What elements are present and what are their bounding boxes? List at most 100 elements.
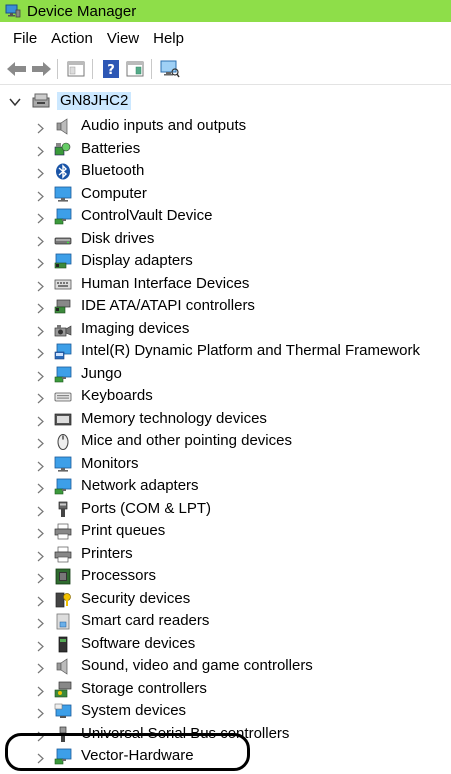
- menu-view[interactable]: View: [93, 30, 139, 47]
- tree-item[interactable]: Human Interface Devices: [0, 273, 451, 296]
- tree-item-label: ControlVault Device: [81, 207, 213, 224]
- intel-device-icon: [54, 343, 72, 360]
- network-monitor-icon: [54, 478, 72, 495]
- memory-icon: [54, 411, 72, 428]
- tree-item[interactable]: Processors: [0, 565, 451, 588]
- chevron-right-icon[interactable]: [35, 391, 45, 404]
- chevron-right-icon[interactable]: [35, 616, 45, 629]
- tree-item[interactable]: Sound, video and game controllers: [0, 655, 451, 678]
- window-title: Device Manager: [27, 2, 137, 20]
- chevron-right-icon[interactable]: [35, 166, 45, 179]
- printer-icon: [54, 546, 72, 563]
- tree-item[interactable]: Network adapters: [0, 475, 451, 498]
- chevron-right-icon[interactable]: [35, 526, 45, 539]
- speaker-icon: [54, 658, 72, 675]
- tree-item-label: Security devices: [81, 589, 191, 607]
- smart-card-icon: [54, 613, 72, 630]
- chevron-right-icon[interactable]: [35, 459, 45, 471]
- tree-item-label: Sound, video and game controllers: [81, 657, 313, 674]
- toolbar: ?: [0, 54, 451, 85]
- tree-item-label: System devices: [81, 702, 187, 719]
- scan-hardware-icon[interactable]: [159, 58, 181, 80]
- tree-item[interactable]: Storage controllers: [0, 678, 451, 701]
- chevron-right-icon[interactable]: [35, 504, 45, 516]
- chevron-right-icon[interactable]: [35, 481, 45, 494]
- tree-item[interactable]: Ports (COM & LPT): [0, 498, 451, 521]
- usb-icon: [54, 726, 72, 743]
- tree-item[interactable]: ControlVault Device: [0, 205, 451, 228]
- tree-item[interactable]: Audio inputs and outputs: [0, 115, 451, 138]
- monitor-icon: [54, 456, 72, 473]
- menu-file[interactable]: File: [0, 30, 37, 47]
- chevron-right-icon[interactable]: [35, 684, 45, 696]
- chevron-right-icon[interactable]: [35, 706, 45, 719]
- tree-item[interactable]: Vector-Hardware: [0, 745, 451, 768]
- tree-item-label: Computer: [81, 184, 147, 202]
- tree-item[interactable]: Universal Serial Bus controllers: [0, 723, 451, 746]
- chevron-right-icon[interactable]: [35, 661, 45, 674]
- toolbar-separator: [151, 59, 152, 79]
- tree-item[interactable]: Display adapters: [0, 250, 451, 273]
- tree-item[interactable]: Mice and other pointing devices: [0, 430, 451, 453]
- chevron-right-icon[interactable]: [35, 346, 45, 359]
- tree-item[interactable]: Computer: [0, 183, 451, 206]
- chevron-right-icon[interactable]: [35, 256, 45, 269]
- port-icon: [54, 501, 72, 518]
- tree-item-label: Network adapters: [81, 477, 199, 494]
- chevron-right-icon[interactable]: [35, 324, 45, 336]
- chevron-right-icon[interactable]: [35, 211, 45, 224]
- tree-item[interactable]: Software devices: [0, 633, 451, 656]
- help-icon[interactable]: ?: [100, 58, 122, 80]
- menu-action[interactable]: Action: [37, 30, 93, 47]
- chevron-right-icon[interactable]: [35, 234, 45, 246]
- keyboard-hid-icon: [54, 276, 72, 293]
- disk-drive-icon: [54, 231, 72, 248]
- tree-item[interactable]: Bluetooth: [0, 160, 451, 183]
- back-icon[interactable]: [6, 58, 28, 80]
- tree-item[interactable]: Jungo: [0, 363, 451, 386]
- chevron-right-icon[interactable]: [35, 571, 45, 584]
- title-bar[interactable]: Device Manager: [0, 0, 451, 22]
- chevron-right-icon[interactable]: [35, 549, 45, 561]
- network-monitor-icon: [54, 748, 72, 765]
- system-device-icon: [54, 703, 72, 720]
- tree-item[interactable]: Print queues: [0, 520, 451, 543]
- tree-item[interactable]: System devices: [0, 700, 451, 723]
- tree-item[interactable]: Monitors: [0, 453, 451, 476]
- tree-item[interactable]: IDE ATA/ATAPI controllers: [0, 295, 451, 318]
- chevron-right-icon[interactable]: [35, 729, 45, 741]
- chevron-right-icon[interactable]: [35, 279, 45, 291]
- chevron-right-icon[interactable]: [35, 189, 45, 201]
- tree-item-label: Printers: [81, 544, 133, 562]
- chevron-down-icon[interactable]: [9, 95, 21, 107]
- chevron-right-icon[interactable]: [35, 436, 45, 449]
- chevron-right-icon[interactable]: [35, 594, 45, 606]
- menu-help[interactable]: Help: [139, 30, 184, 47]
- tree-item[interactable]: Batteries: [0, 138, 451, 161]
- tree-item-label: Audio inputs and outputs: [81, 117, 247, 134]
- tree-item[interactable]: Smart card readers: [0, 610, 451, 633]
- chevron-right-icon[interactable]: [35, 369, 45, 381]
- chevron-right-icon[interactable]: [35, 639, 45, 651]
- chevron-right-icon[interactable]: [35, 414, 45, 426]
- tree-item[interactable]: Keyboards: [0, 385, 451, 408]
- chevron-right-icon[interactable]: [35, 301, 45, 314]
- tree-root-computer[interactable]: GN8JHC2: [0, 90, 451, 112]
- tree-item[interactable]: Intel(R) Dynamic Platform and Thermal Fr…: [0, 340, 451, 363]
- device-manager-app-icon: [5, 3, 21, 19]
- chevron-right-icon[interactable]: [35, 121, 45, 134]
- tree-item-label: Monitors: [81, 454, 139, 472]
- forward-icon[interactable]: [30, 58, 52, 80]
- tree-item[interactable]: Memory technology devices: [0, 408, 451, 431]
- tree-item-label: Imaging devices: [81, 319, 190, 337]
- tree-item[interactable]: Disk drives: [0, 228, 451, 251]
- chevron-right-icon[interactable]: [35, 751, 45, 764]
- menu-bar: File Action View Help: [0, 27, 451, 49]
- tree-item[interactable]: Printers: [0, 543, 451, 566]
- properties-icon[interactable]: [124, 58, 146, 80]
- ide-controller-icon: [54, 298, 72, 315]
- tree-item[interactable]: Imaging devices: [0, 318, 451, 341]
- show-hide-console-tree-icon[interactable]: [65, 58, 87, 80]
- tree-item[interactable]: Security devices: [0, 588, 451, 611]
- chevron-right-icon[interactable]: [35, 144, 45, 156]
